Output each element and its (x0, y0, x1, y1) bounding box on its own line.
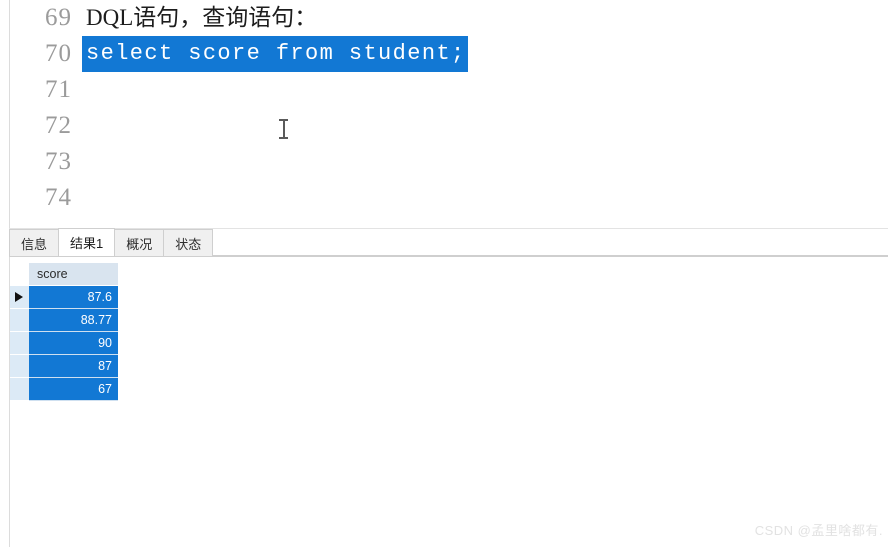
table-row[interactable]: 67 (10, 378, 118, 401)
cell-score[interactable]: 87.6 (29, 286, 118, 309)
line-number: 73 (45, 148, 72, 175)
editor-line[interactable]: 71 (10, 72, 888, 108)
tab-result1[interactable]: 结果1 (58, 228, 116, 256)
tab-info[interactable]: 信息 (9, 229, 60, 256)
editor-line[interactable]: 70 select score from student; (10, 36, 888, 72)
tab-profile[interactable]: 概况 (114, 229, 165, 256)
editor-line[interactable]: 69 DQL语句，查询语句： (10, 0, 888, 36)
table-row[interactable]: 87.6 (10, 286, 118, 309)
line-content[interactable]: DQL语句，查询语句： (82, 0, 317, 36)
row-selector[interactable] (10, 332, 29, 355)
line-number: 74 (45, 184, 72, 211)
watermark: CSDN @孟里啥都有. (754, 523, 883, 538)
text-cursor-icon (279, 118, 288, 140)
cell-score[interactable]: 90 (29, 332, 118, 355)
sql-client-window: 69 DQL语句，查询语句： 70 select score from stud… (0, 0, 895, 547)
line-number: 70 (45, 40, 72, 67)
line-number: 72 (45, 112, 72, 139)
row-selector[interactable] (10, 378, 29, 401)
editor-line[interactable]: 73 (10, 144, 888, 180)
result-grid[interactable]: score 87.6 88.77 90 87 67 (10, 263, 118, 401)
row-selector[interactable] (10, 355, 29, 378)
table-row[interactable]: 90 (10, 332, 118, 355)
result-grid-pane[interactable]: score 87.6 88.77 90 87 67 (9, 257, 888, 547)
editor-line[interactable]: 72 (10, 108, 888, 144)
grid-corner-cell[interactable] (10, 263, 29, 286)
cell-score[interactable]: 87 (29, 355, 118, 378)
current-row-arrow-icon (15, 292, 23, 302)
cell-score[interactable]: 67 (29, 378, 118, 401)
cell-score[interactable]: 88.77 (29, 309, 118, 332)
column-header-score[interactable]: score (29, 263, 118, 285)
result-tab-strip: 信息 结果1 概况 状态 (9, 228, 888, 257)
table-row[interactable]: 88.77 (10, 309, 118, 332)
line-content-selected[interactable]: select score from student; (82, 36, 468, 72)
row-selector[interactable] (10, 309, 29, 332)
table-row[interactable]: 87 (10, 355, 118, 378)
row-selector[interactable] (10, 286, 29, 309)
tab-status[interactable]: 状态 (163, 229, 214, 256)
sql-editor-pane[interactable]: 69 DQL语句，查询语句： 70 select score from stud… (9, 0, 888, 228)
tab-strip-filler (212, 229, 888, 256)
editor-line[interactable]: 74 (10, 180, 888, 216)
line-number: 69 (45, 4, 72, 31)
grid-header-row: score (10, 263, 118, 286)
line-number: 71 (45, 76, 72, 103)
